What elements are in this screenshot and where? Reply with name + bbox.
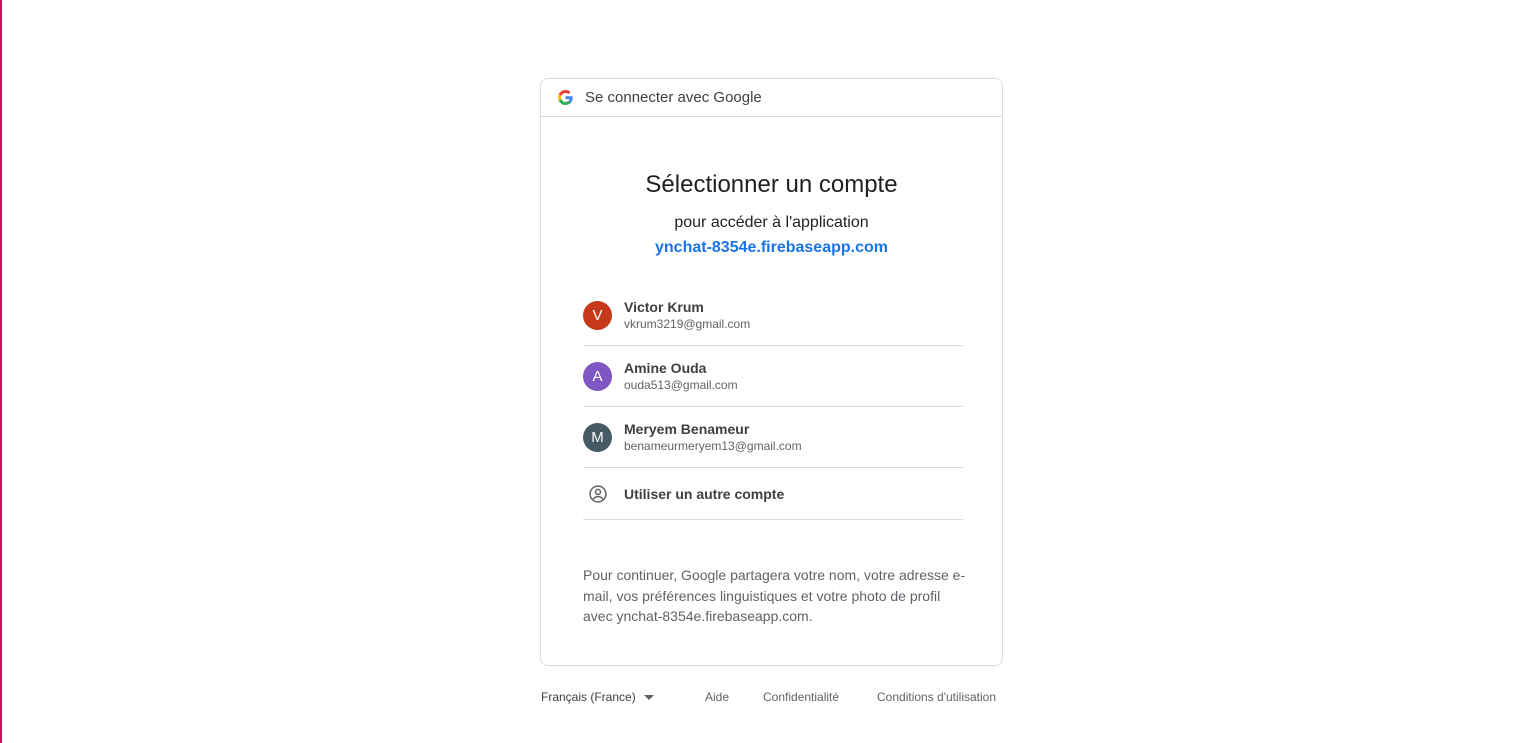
account-email: benameurmeryem13@gmail.com xyxy=(624,439,802,453)
terms-link[interactable]: Conditions d'utilisation xyxy=(877,690,996,704)
account-email: vkrum3219@gmail.com xyxy=(624,317,751,331)
account-name: Amine Ouda xyxy=(624,360,707,376)
account-item-amine-ouda[interactable]: A Amine Ouda ouda513@gmail.com xyxy=(583,346,963,407)
account-name: Meryem Benameur xyxy=(624,421,750,437)
account-circle-icon xyxy=(583,479,612,508)
account-text: Victor Krum vkrum3219@gmail.com xyxy=(624,298,750,332)
language-label: Français (France) xyxy=(541,690,636,704)
footer: Français (France) Aide Confidentialité C… xyxy=(541,690,1004,710)
card-header: Se connecter avec Google xyxy=(541,79,1002,117)
avatar: V xyxy=(583,300,612,330)
language-selector[interactable]: Français (France) xyxy=(541,690,654,704)
google-logo-icon xyxy=(558,90,573,105)
use-another-account-button[interactable]: Utiliser un autre compte xyxy=(583,468,963,520)
help-link[interactable]: Aide xyxy=(705,690,729,704)
account-name: Victor Krum xyxy=(624,299,704,315)
page-title: Sélectionner un compte xyxy=(645,171,898,198)
account-item-victor-krum[interactable]: V Victor Krum vkrum3219@gmail.com xyxy=(583,285,963,346)
chevron-down-icon xyxy=(643,694,654,700)
window-edge xyxy=(0,0,2,743)
account-text: Meryem Benameur benameurmeryem13@gmail.c… xyxy=(624,420,802,454)
avatar: M xyxy=(583,422,612,452)
use-another-account-label: Utiliser un autre compte xyxy=(624,485,785,502)
page-subtitle: pour accéder à l'application xyxy=(674,214,869,231)
account-item-meryem-benameur[interactable]: M Meryem Benameur benameurmeryem13@gmail… xyxy=(583,407,963,468)
page: Se connecter avec Google Sélectionner un… xyxy=(0,0,1539,743)
account-list: V Victor Krum vkrum3219@gmail.com A Amin… xyxy=(583,285,963,520)
app-link[interactable]: ynchat-8354e.firebaseapp.com xyxy=(541,239,1002,257)
privacy-disclaimer: Pour continuer, Google partagera votre n… xyxy=(583,567,966,624)
sign-in-card: Se connecter avec Google Sélectionner un… xyxy=(540,78,1003,666)
privacy-link[interactable]: Confidentialité xyxy=(763,690,839,704)
avatar: A xyxy=(583,361,612,391)
account-email: ouda513@gmail.com xyxy=(624,378,738,392)
account-text: Amine Ouda ouda513@gmail.com xyxy=(624,359,738,393)
header-title: Se connecter avec Google xyxy=(585,89,762,106)
